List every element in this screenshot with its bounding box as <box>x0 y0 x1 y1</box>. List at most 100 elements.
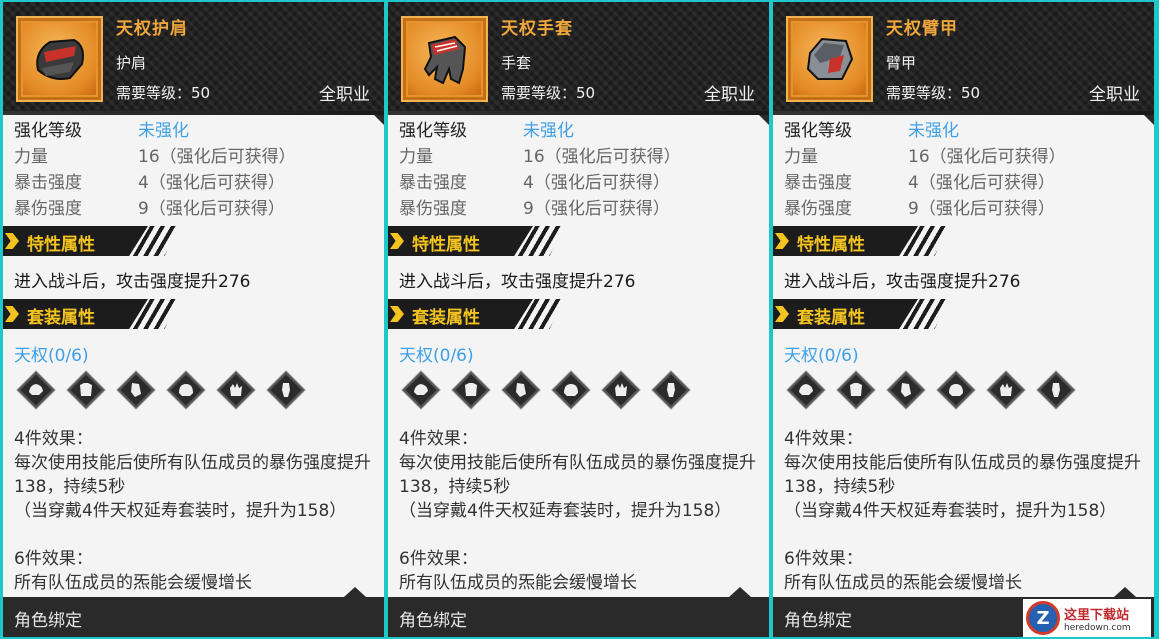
section-title: 特性属性 <box>797 235 865 255</box>
effect6-title: 6件效果： <box>784 549 863 569</box>
job-requirement: 全职业 <box>704 85 755 105</box>
item-name: 天权手套 <box>501 19 573 39</box>
glove-icon[interactable] <box>602 371 640 409</box>
leg-icon[interactable] <box>652 371 690 409</box>
stat-value: 未强化 <box>523 121 574 141</box>
corner-fold <box>759 115 769 125</box>
item-type: 手套 <box>501 54 532 72</box>
stat-label: 强化等级 <box>14 121 82 141</box>
set-name: 天权(0/6) <box>399 346 474 366</box>
stat-label: 暴击强度 <box>14 173 82 193</box>
arm-icon[interactable] <box>887 371 925 409</box>
stat-value: 4（强化后可获得） <box>908 173 1055 193</box>
corner-fold <box>1144 115 1154 125</box>
bind-status: 角色绑定 <box>14 611 82 631</box>
stat-value: 4（强化后可获得） <box>138 173 285 193</box>
set-piece-icons <box>17 371 305 409</box>
item-name: 天权护肩 <box>116 19 188 39</box>
set-name: 天权(0/6) <box>784 346 859 366</box>
stat-label: 强化等级 <box>399 121 467 141</box>
item-header: 天权手套 手套 需要等级：50 全职业 <box>388 2 769 115</box>
helmet-icon[interactable] <box>937 371 975 409</box>
stat-value: 16（强化后可获得） <box>138 147 296 167</box>
effect4-text: 每次使用技能后使所有队伍成员的暴伤强度提升138，持续5秒 <box>784 453 1141 497</box>
item-tooltip-panel: 天权护肩 护肩 需要等级：50 全职业 强化等级 未强化 力量 16（强化后可获… <box>3 2 384 637</box>
effect6-title: 6件效果： <box>399 549 478 569</box>
section-title: 套装属性 <box>27 308 95 328</box>
stat-label: 暴击强度 <box>399 173 467 193</box>
stat-label: 力量 <box>399 147 433 167</box>
item-icon-frame <box>786 16 873 102</box>
trait-text: 进入战斗后，攻击强度提升276 <box>14 272 251 292</box>
set-section-header: 套装属性 <box>388 299 769 329</box>
item-tooltip-panel: 天权臂甲 臂甲 需要等级：50 全职业 强化等级 未强化 力量 16（强化后可获… <box>773 2 1154 637</box>
glove-icon[interactable] <box>217 371 255 409</box>
set-piece-icons <box>402 371 690 409</box>
item-icon-frame <box>401 16 488 102</box>
level-requirement: 需要等级：50 <box>501 84 596 102</box>
effect4-title: 4件效果： <box>14 429 93 449</box>
stat-label: 暴伤强度 <box>784 199 852 219</box>
bind-status-bar: 角色绑定 <box>388 587 769 637</box>
chest-icon[interactable] <box>67 371 105 409</box>
item-header: 天权臂甲 臂甲 需要等级：50 全职业 <box>773 2 1154 115</box>
chest-icon[interactable] <box>452 371 490 409</box>
leg-icon[interactable] <box>1037 371 1075 409</box>
stat-value: 9（强化后可获得） <box>138 199 285 219</box>
shoulder-icon[interactable] <box>402 371 440 409</box>
item-type: 护肩 <box>116 54 147 72</box>
set-section-header: 套装属性 <box>773 299 1154 329</box>
trait-text: 进入战斗后，攻击强度提升276 <box>399 272 636 292</box>
arm-guard-icon <box>793 23 866 95</box>
section-title: 套装属性 <box>797 308 865 328</box>
trait-section-header: 特性属性 <box>388 226 769 256</box>
effect6-text: 所有队伍成员的炁能会缓慢增长 <box>14 573 252 593</box>
item-name: 天权臂甲 <box>886 19 958 39</box>
stat-label: 暴伤强度 <box>399 199 467 219</box>
site-watermark: Z 这里下载站 heredown.com <box>1023 599 1151 637</box>
stat-value: 4（强化后可获得） <box>523 173 670 193</box>
arm-icon[interactable] <box>502 371 540 409</box>
effect4-title: 4件效果： <box>784 429 863 449</box>
trait-text: 进入战斗后，攻击强度提升276 <box>784 272 1021 292</box>
leg-icon[interactable] <box>267 371 305 409</box>
shoulder-icon[interactable] <box>787 371 825 409</box>
stat-value: 未强化 <box>908 121 959 141</box>
chest-icon[interactable] <box>837 371 875 409</box>
job-requirement: 全职业 <box>319 85 370 105</box>
bind-status: 角色绑定 <box>399 611 467 631</box>
bind-status-bar: 角色绑定 <box>3 587 384 637</box>
stat-value: 未强化 <box>138 121 189 141</box>
set-section-header: 套装属性 <box>3 299 384 329</box>
section-title: 特性属性 <box>27 235 95 255</box>
corner-fold <box>374 115 384 125</box>
watermark-name: 这里下载站 <box>1064 607 1130 623</box>
glove-icon <box>408 23 481 95</box>
effect6-text: 所有队伍成员的炁能会缓慢增长 <box>784 573 1022 593</box>
effect4-text: 每次使用技能后使所有队伍成员的暴伤强度提升138，持续5秒 <box>14 453 371 497</box>
item-type: 臂甲 <box>886 54 917 72</box>
helmet-icon[interactable] <box>167 371 205 409</box>
item-icon-frame <box>16 16 103 102</box>
item-header: 天权护肩 护肩 需要等级：50 全职业 <box>3 2 384 115</box>
section-title: 特性属性 <box>412 235 480 255</box>
site-logo-icon: Z <box>1026 601 1060 635</box>
shoulder-icon[interactable] <box>17 371 55 409</box>
effect4-note: （当穿戴4件天权延寿套装时，提升为158） <box>399 501 732 521</box>
trait-section-header: 特性属性 <box>3 226 384 256</box>
arm-icon[interactable] <box>117 371 155 409</box>
watermark-url: heredown.com <box>1064 622 1131 633</box>
glove-icon[interactable] <box>987 371 1025 409</box>
stat-label: 力量 <box>784 147 818 167</box>
helmet-icon[interactable] <box>552 371 590 409</box>
stat-value: 16（强化后可获得） <box>523 147 681 167</box>
item-tooltip-panel: 天权手套 手套 需要等级：50 全职业 强化等级 未强化 力量 16（强化后可获… <box>388 2 769 637</box>
trait-section-header: 特性属性 <box>773 226 1154 256</box>
shoulder-armor-icon <box>23 23 96 95</box>
effect6-text: 所有队伍成员的炁能会缓慢增长 <box>399 573 637 593</box>
set-name: 天权(0/6) <box>14 346 89 366</box>
stat-label: 暴伤强度 <box>14 199 82 219</box>
level-requirement: 需要等级：50 <box>886 84 981 102</box>
section-title: 套装属性 <box>412 308 480 328</box>
set-piece-icons <box>787 371 1075 409</box>
